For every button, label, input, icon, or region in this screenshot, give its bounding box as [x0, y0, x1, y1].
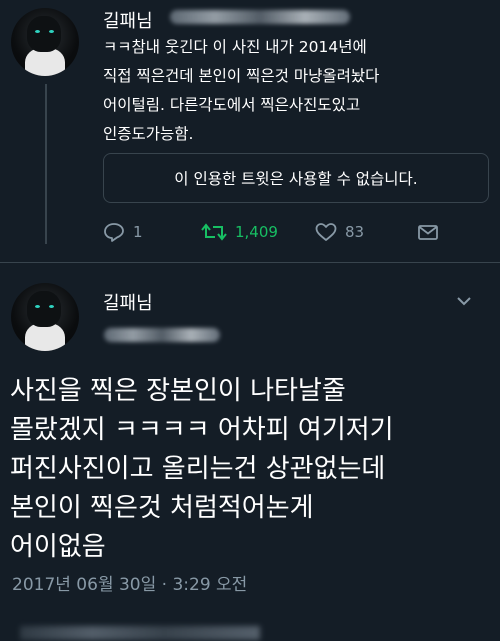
display-name[interactable]: 길패님 — [103, 7, 153, 33]
avatar-hood — [25, 323, 65, 351]
avatar-hood — [25, 48, 65, 76]
avatar-eye — [35, 30, 40, 33]
tweet-actions: 1 1,409 83 — [103, 222, 493, 248]
tweet-divider — [0, 262, 500, 263]
share-button[interactable] — [417, 222, 439, 242]
retweet-icon — [201, 223, 227, 241]
avatar-panther — [27, 291, 61, 327]
avatar[interactable] — [11, 283, 79, 351]
avatar-eye — [49, 305, 54, 308]
avatar[interactable] — [11, 8, 79, 76]
blurred-handle — [104, 328, 220, 342]
display-name[interactable]: 길패님 — [103, 289, 153, 315]
avatar-eye — [35, 305, 40, 308]
retweet-count: 1,409 — [235, 223, 278, 241]
share-icon — [418, 225, 438, 240]
like-button[interactable]: 83 — [315, 222, 364, 242]
avatar-eye — [49, 30, 54, 33]
tweet-timestamp[interactable]: 2017년 06월 30일 · 3:29 오전 — [12, 570, 247, 595]
reply-icon — [104, 223, 124, 242]
quoted-unavailable-text: 이 인용한 트윗은 사용할 수 없습니다. — [174, 170, 418, 188]
like-count: 83 — [345, 223, 365, 241]
tweet-text: 사진을 찍은 장본인이 나타날줄 몰랐겠지 ㅋㅋㅋㅋ 어차피 여기저기 퍼진사진… — [10, 376, 394, 562]
heart-icon — [315, 223, 337, 241]
tweet-text: ㅋㅋ참내 웃긴다 이 사진 내가 2014년에 직접 찍은건데 본인이 찍은것 … — [103, 38, 380, 143]
quoted-tweet-unavailable[interactable]: 이 인용한 트윗은 사용할 수 없습니다. — [103, 153, 489, 203]
chevron-down-icon[interactable] — [457, 296, 471, 306]
reply-count: 1 — [133, 223, 143, 241]
reply-button[interactable]: 1 — [103, 222, 143, 242]
blurred-footer — [20, 626, 260, 640]
blurred-handle — [170, 10, 350, 24]
thread-connector — [45, 84, 47, 244]
retweet-button[interactable]: 1,409 — [201, 222, 278, 242]
avatar-panther — [27, 16, 61, 52]
